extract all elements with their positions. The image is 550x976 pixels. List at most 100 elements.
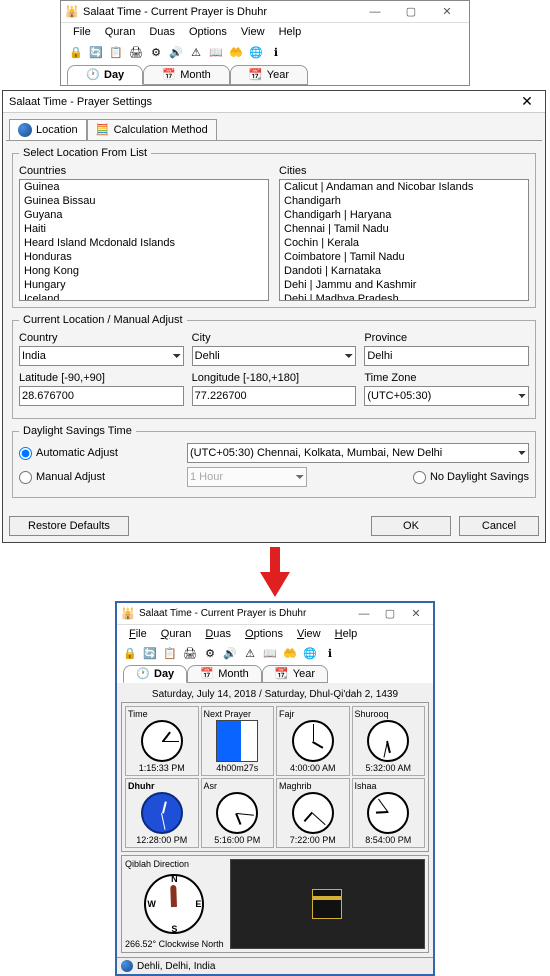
list-item[interactable]: Heard Island Mcdonald Islands (20, 236, 268, 250)
cities-listbox[interactable]: Calicut | Andaman and Nicobar IslandsCha… (279, 179, 529, 301)
menu-duas[interactable]: Duas (143, 25, 181, 39)
clock-icon: 🕐 (86, 68, 100, 82)
status-bar: Dehli, Delhi, India (117, 957, 433, 974)
tab-day-2[interactable]: 🕐Day (123, 665, 187, 683)
dst-manual-radio[interactable] (19, 471, 32, 484)
list-item[interactable]: Chandigarh (280, 194, 528, 208)
tab-month-2[interactable]: 📅Month (187, 665, 262, 683)
audio-icon-2[interactable]: 🔊 (221, 644, 239, 662)
list-item[interactable]: Iceland (20, 292, 268, 301)
list-item[interactable]: Chennai | Tamil Nadu (280, 222, 528, 236)
tab-day[interactable]: 🕐 Day (67, 65, 143, 85)
tab-month-label: Month (180, 69, 211, 81)
dst-auto-radio[interactable] (19, 447, 32, 460)
list-item[interactable]: Dehi | Jammu and Kashmir (280, 278, 528, 292)
list-item[interactable]: Calicut | Andaman and Nicobar Islands (280, 180, 528, 194)
globe-icon-2[interactable]: 🌐 (301, 644, 319, 662)
menu-help[interactable]: Help (273, 25, 308, 39)
city-select[interactable]: Dehli (192, 346, 357, 366)
list-item[interactable]: Honduras (20, 250, 268, 264)
tab-year-2[interactable]: 📆Year (262, 665, 328, 683)
province-input[interactable] (364, 346, 529, 366)
list-item[interactable]: Cochin | Kerala (280, 236, 528, 250)
audio-icon[interactable]: 🔊 (167, 43, 185, 61)
settings-icon[interactable]: ⚙ (147, 43, 165, 61)
menu-file-2[interactable]: File (123, 627, 153, 641)
longitude-input[interactable] (192, 386, 357, 406)
list-item[interactable]: Guinea (20, 180, 268, 194)
ok-button[interactable]: OK (371, 516, 451, 536)
toolbar: 🔒 🔄 📋 🖨 ⚙ 🔊 ⚠ 📖 🤲 🌐 ℹ (61, 41, 469, 63)
list-item[interactable]: Hong Kong (20, 264, 268, 278)
refresh-icon-2[interactable]: 🔄 (141, 644, 159, 662)
list-item[interactable]: Coimbatore | Tamil Nadu (280, 250, 528, 264)
next-prayer-progress (216, 720, 258, 762)
refresh-icon[interactable]: 🔄 (87, 43, 105, 61)
menu-options[interactable]: Options (183, 25, 233, 39)
cell-title: Ishaa (355, 781, 377, 791)
tab-year-label: Year (267, 69, 289, 81)
dst-auto-radio-label[interactable]: Automatic Adjust (19, 447, 179, 460)
latitude-input[interactable] (19, 386, 184, 406)
menu-duas-2[interactable]: Duas (199, 627, 237, 641)
minimize-button-2[interactable]: — (351, 604, 377, 624)
tab-year[interactable]: 📆Year (230, 65, 308, 85)
dst-auto-select[interactable]: (UTC+05:30) Chennai, Kolkata, Mumbai, Ne… (187, 443, 529, 463)
globe-icon[interactable]: 🌐 (247, 43, 265, 61)
info-icon[interactable]: ℹ (267, 43, 285, 61)
info-icon-2[interactable]: ℹ (321, 644, 339, 662)
lock-icon-2[interactable]: 🔒 (121, 644, 139, 662)
book-icon-2[interactable]: 📖 (261, 644, 279, 662)
hands-icon[interactable]: 🤲 (227, 43, 245, 61)
menu-view-2[interactable]: View (291, 627, 327, 641)
countries-listbox[interactable]: GuineaGuinea BissauGuyanaHaitiHeard Isla… (19, 179, 269, 301)
view-tabs-2: 🕐Day 📅Month 📆Year (117, 663, 433, 683)
list-item[interactable]: Guyana (20, 208, 268, 222)
alert-icon[interactable]: ⚠ (187, 43, 205, 61)
copy-icon-2[interactable]: 📋 (161, 644, 179, 662)
menu-quran-2[interactable]: Quran (155, 627, 198, 641)
list-item[interactable]: Dandoti | Karnataka (280, 264, 528, 278)
list-item[interactable]: Guinea Bissau (20, 194, 268, 208)
maximize-button[interactable]: ▢ (393, 2, 429, 22)
country-label: Country (19, 332, 184, 344)
lock-icon[interactable]: 🔒 (67, 43, 85, 61)
dst-none-radio[interactable] (413, 471, 426, 484)
tab-location[interactable]: Location (9, 119, 87, 140)
list-item[interactable]: Haiti (20, 222, 268, 236)
print-icon-2[interactable]: 🖨 (181, 644, 199, 662)
menu-view[interactable]: View (235, 25, 271, 39)
maximize-button-2[interactable]: ▢ (377, 604, 403, 624)
cell-value: 5:16:00 PM (214, 835, 260, 845)
tab-month[interactable]: 📅Month (143, 65, 230, 85)
hands-icon-2[interactable]: 🤲 (281, 644, 299, 662)
dialog-close-button[interactable]: ✕ (515, 92, 539, 112)
dialog-buttons: Restore Defaults OK Cancel (3, 510, 545, 542)
cell-title: Asr (204, 781, 218, 791)
dst-none-radio-label[interactable]: No Daylight Savings (413, 471, 529, 484)
list-item[interactable]: Hungary (20, 278, 268, 292)
copy-icon[interactable]: 📋 (107, 43, 125, 61)
book-icon[interactable]: 📖 (207, 43, 225, 61)
settings-icon-2[interactable]: ⚙ (201, 644, 219, 662)
menu-quran[interactable]: Quran (99, 25, 142, 39)
result-body: Saturday, July 14, 2018 / Saturday, Dhul… (117, 683, 433, 957)
close-button[interactable]: ✕ (429, 2, 465, 22)
list-item[interactable]: Dehi | Madhya Pradesh (280, 292, 528, 301)
restore-defaults-button[interactable]: Restore Defaults (9, 516, 129, 536)
country-select[interactable]: India (19, 346, 184, 366)
tab-day-label: Day (104, 69, 124, 81)
cancel-button[interactable]: Cancel (459, 516, 539, 536)
minimize-button[interactable]: — (357, 2, 393, 22)
timezone-select[interactable]: (UTC+05:30) (364, 386, 529, 406)
menu-options-2[interactable]: Options (239, 627, 289, 641)
print-icon[interactable]: 🖨 (127, 43, 145, 61)
alert-icon-2[interactable]: ⚠ (241, 644, 259, 662)
menu-file[interactable]: File (67, 25, 97, 39)
list-item[interactable]: Chandigarh | Haryana (280, 208, 528, 222)
menu-help-2[interactable]: Help (329, 627, 364, 641)
close-button-2[interactable]: ✕ (403, 604, 429, 624)
dst-manual-radio-label[interactable]: Manual Adjust (19, 471, 179, 484)
compass-e: E (195, 899, 201, 909)
tab-calculation[interactable]: 🧮Calculation Method (87, 119, 217, 140)
